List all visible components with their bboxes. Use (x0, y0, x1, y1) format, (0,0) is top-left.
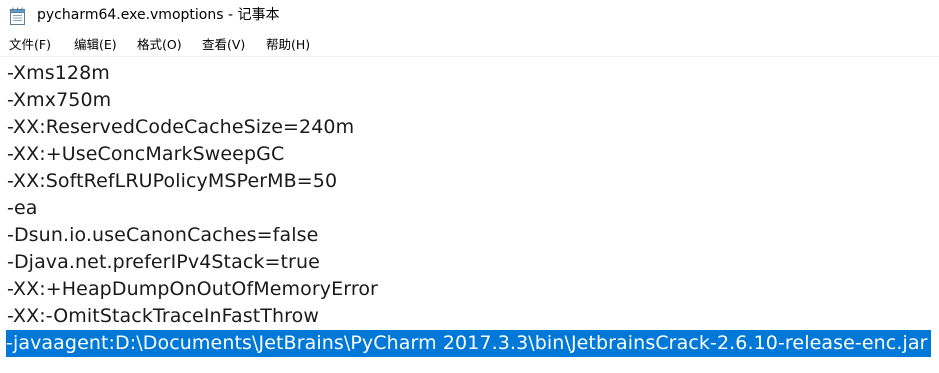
menu-view[interactable]: 查看(V) (202, 37, 245, 53)
menu-edit[interactable]: 编辑(E) (74, 37, 117, 53)
text-line[interactable]: -ea (7, 195, 38, 222)
text-line[interactable]: -XX:+HeapDumpOnOutOfMemoryError (7, 276, 378, 303)
text-line[interactable]: -Xms128m (7, 60, 110, 87)
menu-help[interactable]: 帮助(H) (266, 37, 310, 53)
window-title: pycharm64.exe.vmoptions - 记事本 (37, 7, 280, 23)
text-line[interactable]: -Djava.net.preferIPv4Stack=true (7, 249, 320, 276)
notepad-icon (9, 7, 26, 25)
text-line[interactable]: -XX:+UseConcMarkSweepGC (7, 141, 284, 168)
selected-text-line[interactable]: -javaagent:D:\Documents\JetBrains\PyChar… (6, 330, 931, 357)
text-line[interactable]: -XX:-OmitStackTraceInFastThrow (7, 303, 319, 330)
title-bar[interactable]: pycharm64.exe.vmoptions - 记事本 (0, 0, 939, 31)
text-editor[interactable]: -Xms128m -Xmx750m -XX:ReservedCodeCacheS… (0, 58, 939, 373)
text-line[interactable]: -XX:SoftRefLRUPolicyMSPerMB=50 (7, 168, 337, 195)
text-line[interactable]: -Dsun.io.useCanonCaches=false (7, 222, 318, 249)
menu-bar: 文件(F) 编辑(E) 格式(O) 查看(V) 帮助(H) (0, 34, 939, 57)
menu-file[interactable]: 文件(F) (9, 37, 51, 53)
menu-format[interactable]: 格式(O) (137, 37, 182, 53)
text-line[interactable]: -XX:ReservedCodeCacheSize=240m (7, 114, 354, 141)
text-line[interactable]: -Xmx750m (7, 87, 111, 114)
notepad-window: pycharm64.exe.vmoptions - 记事本 文件(F) 编辑(E… (0, 0, 939, 373)
